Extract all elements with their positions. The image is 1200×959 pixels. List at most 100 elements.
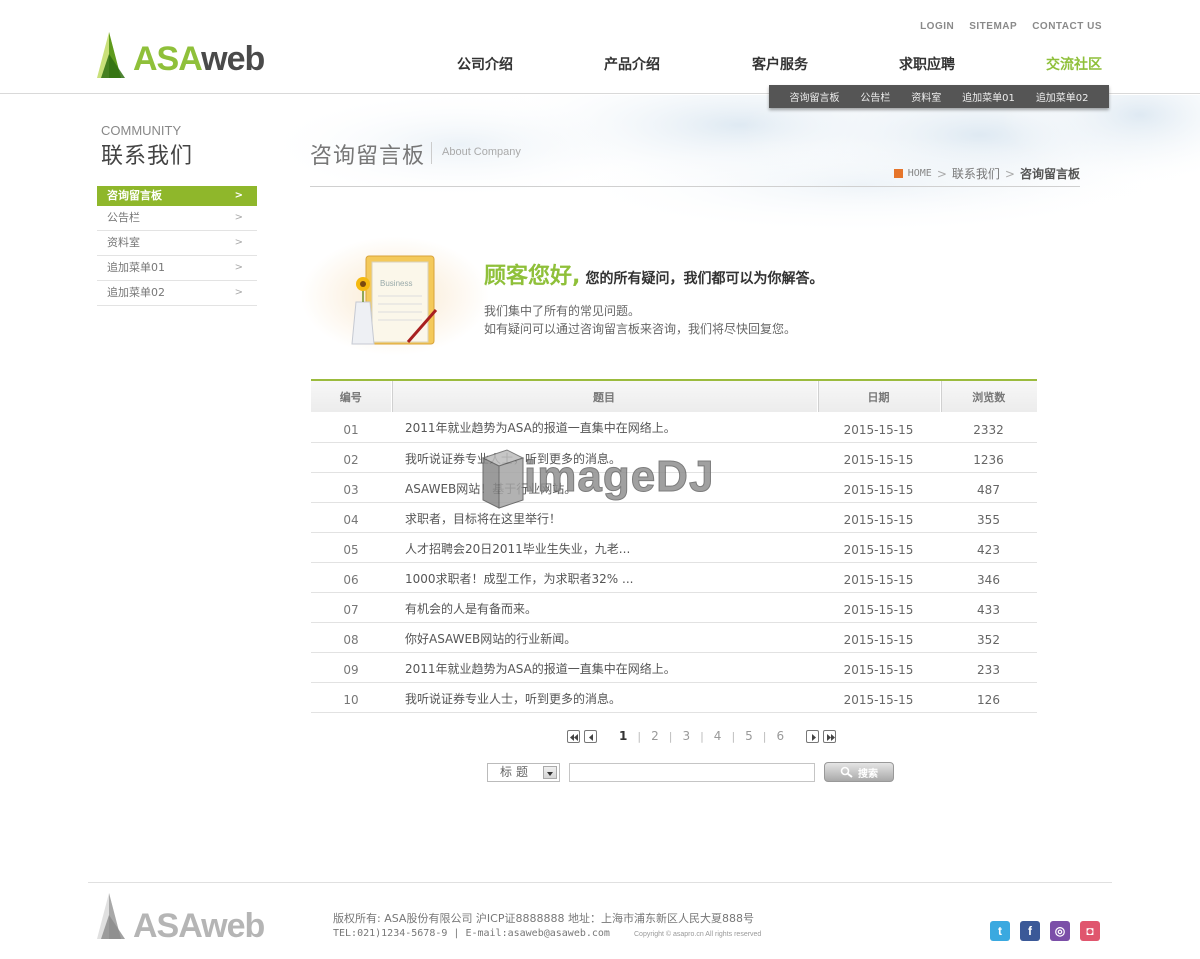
row-title-link[interactable]: 2011年就业趋势为ASA的报道一直集中在网络上。 bbox=[391, 652, 817, 683]
sidebar-item-label: 公告栏 bbox=[107, 211, 140, 224]
intro-line-2: 如有疑问可以通过咨询留言板来咨询，我们将尽快回复您。 bbox=[484, 322, 797, 336]
chevron-right-icon: > bbox=[234, 262, 243, 273]
table-row[interactable]: 01 2011年就业趋势为ASA的报道一直集中在网络上。 2015-15-15 … bbox=[311, 412, 1037, 443]
row-views: 423 bbox=[940, 532, 1037, 563]
row-no: 09 bbox=[311, 652, 391, 683]
nav-service[interactable]: 客户服务 bbox=[752, 54, 808, 74]
prev-page-button[interactable] bbox=[584, 729, 597, 743]
page-1[interactable]: 1 bbox=[609, 729, 637, 743]
subnav-item-board[interactable]: 咨询留言板 bbox=[789, 89, 839, 104]
subnav-item-extra02[interactable]: 追加菜单02 bbox=[1036, 89, 1089, 104]
table-row[interactable]: 08 你好ASAWEB网站的行业新闻。 2015-15-15 352 bbox=[311, 622, 1037, 653]
site-logo[interactable]: ASAweb bbox=[97, 30, 267, 78]
row-date: 2015-15-15 bbox=[817, 532, 940, 563]
table-row[interactable]: 10 我听说证券专业人士，听到更多的消息。 2015-15-15 126 bbox=[311, 682, 1037, 713]
row-date: 2015-15-15 bbox=[817, 682, 940, 713]
intro-heading: 顾客您好, 您的所有疑问，我们都可以为你解答。 bbox=[484, 258, 823, 290]
table-row[interactable]: 04 求职者，目标将在这里举行！ 2015-15-15 355 bbox=[311, 502, 1037, 533]
twitter-icon[interactable]: t bbox=[990, 921, 1010, 941]
row-no: 10 bbox=[311, 682, 391, 713]
row-title-link[interactable]: 求职者，目标将在这里举行！ bbox=[391, 502, 817, 533]
row-no: 02 bbox=[311, 442, 391, 473]
row-date: 2015-15-15 bbox=[817, 652, 940, 683]
footer-address: 版权所有: ASA股份有限公司 沪ICP证8888888 地址：上海市浦东新区人… bbox=[333, 912, 754, 925]
row-no: 07 bbox=[311, 592, 391, 623]
page-4[interactable]: 4 bbox=[704, 729, 732, 743]
nav-jobs[interactable]: 求职应聘 bbox=[899, 54, 955, 74]
facebook-icon[interactable]: f bbox=[1020, 921, 1040, 941]
page-6[interactable]: 6 bbox=[767, 729, 795, 743]
sidebar-item-notice[interactable]: 公告栏 > bbox=[97, 206, 257, 231]
row-views: 433 bbox=[940, 592, 1037, 623]
sidebar-item-label: 资料室 bbox=[107, 236, 140, 249]
row-title-link[interactable]: 我听说证券专业人士，听到更多的消息。 bbox=[391, 682, 817, 713]
chevron-right-icon: > bbox=[234, 237, 243, 248]
chevron-down-icon bbox=[543, 766, 557, 779]
chevron-right-icon: > bbox=[234, 190, 243, 201]
sidebar-item-board[interactable]: 咨询留言板 > bbox=[97, 186, 257, 206]
intro-heading-green: 顾客您好, bbox=[484, 264, 581, 289]
podcast-icon[interactable]: ◎ bbox=[1050, 921, 1070, 941]
contact-us-link[interactable]: CONTACT US bbox=[1032, 21, 1102, 32]
search-select-value: 标题 bbox=[500, 765, 533, 779]
row-views: 126 bbox=[940, 682, 1037, 713]
double-right-icon bbox=[827, 733, 836, 741]
next-page-button[interactable] bbox=[806, 729, 820, 743]
login-link[interactable]: LOGIN bbox=[920, 21, 954, 32]
logo-triangle-icon bbox=[97, 32, 125, 78]
search-input[interactable] bbox=[569, 763, 815, 782]
row-title-link[interactable]: 人才招聘会20日2011毕业生失业，九老... bbox=[391, 532, 817, 563]
sidebar-item-extra01[interactable]: 追加菜单01 > bbox=[97, 256, 257, 281]
chevron-right-icon: > bbox=[234, 212, 243, 223]
breadcrumb-home[interactable]: HOME bbox=[908, 168, 932, 179]
instagram-icon[interactable]: ◘ bbox=[1080, 921, 1100, 941]
page-5[interactable]: 5 bbox=[735, 729, 763, 743]
sidebar-item-archive[interactable]: 资料室 > bbox=[97, 231, 257, 256]
row-no: 06 bbox=[311, 562, 391, 593]
row-title-link[interactable]: 2011年就业趋势为ASA的报道一直集中在网络上。 bbox=[391, 412, 817, 443]
double-left-icon bbox=[570, 733, 578, 741]
sidebar-item-label: 追加菜单02 bbox=[107, 286, 165, 299]
row-date: 2015-15-15 bbox=[817, 622, 940, 653]
social-links: t f ◎ ◘ bbox=[990, 921, 1100, 941]
table-row[interactable]: 03 ASAWEB网站！基于行业网站。 2015-15-15 487 bbox=[311, 472, 1037, 503]
row-no: 08 bbox=[311, 622, 391, 653]
subnav-item-notice[interactable]: 公告栏 bbox=[860, 89, 890, 104]
sidebar-title: 联系我们 bbox=[101, 144, 194, 169]
sidebar-eng-title: COMMUNITY bbox=[101, 123, 182, 138]
row-title-link[interactable]: ASAWEB网站！基于行业网站。 bbox=[391, 472, 817, 503]
table-row[interactable]: 07 有机会的人是有备而来。 2015-15-15 433 bbox=[311, 592, 1037, 623]
search-field-select[interactable]: 标题 bbox=[487, 763, 560, 782]
first-page-button[interactable] bbox=[567, 729, 580, 743]
last-page-button[interactable] bbox=[823, 729, 837, 743]
subnav-item-archive[interactable]: 资料室 bbox=[911, 89, 941, 104]
sidebar-item-extra02[interactable]: 追加菜单02 > bbox=[97, 281, 257, 306]
search-button[interactable]: 搜索 bbox=[824, 762, 894, 782]
row-title-link[interactable]: 1000求职者！成型工作，为求职者32% ... bbox=[391, 562, 817, 593]
logo-web: web bbox=[201, 40, 265, 78]
breadcrumb-level1[interactable]: 联系我们 bbox=[952, 165, 1000, 182]
sidebar-menu: 咨询留言板 > 公告栏 > 资料室 > 追加菜单01 > 追加菜单02 > bbox=[97, 186, 257, 306]
row-title-link[interactable]: 我听说证券专业人士，听到更多的消息。 bbox=[391, 442, 817, 473]
row-title-link[interactable]: 有机会的人是有备而来。 bbox=[391, 592, 817, 623]
sitemap-link[interactable]: SITEMAP bbox=[969, 21, 1017, 32]
row-views: 487 bbox=[940, 472, 1037, 503]
nav-company[interactable]: 公司介绍 bbox=[457, 54, 513, 74]
sidebar-item-label: 咨询留言板 bbox=[107, 189, 162, 202]
nav-community[interactable]: 交流社区 bbox=[1046, 54, 1102, 74]
table-row[interactable]: 02 我听说证券专业人士，听到更多的消息。 2015-15-15 1236 bbox=[311, 442, 1037, 473]
table-row[interactable]: 06 1000求职者！成型工作，为求职者32% ... 2015-15-15 3… bbox=[311, 562, 1037, 593]
col-header-date: 日期 bbox=[816, 379, 940, 412]
subnav-item-extra01[interactable]: 追加菜单01 bbox=[962, 89, 1015, 104]
row-title-link[interactable]: 你好ASAWEB网站的行业新闻。 bbox=[391, 622, 817, 653]
col-header-title: 题目 bbox=[390, 379, 817, 412]
table-row[interactable]: 09 2011年就业趋势为ASA的报道一直集中在网络上。 2015-15-15 … bbox=[311, 652, 1037, 683]
col-header-no: 编号 bbox=[311, 379, 391, 412]
table-row[interactable]: 05 人才招聘会20日2011毕业生失业，九老... 2015-15-15 42… bbox=[311, 532, 1037, 563]
row-date: 2015-15-15 bbox=[817, 502, 940, 533]
page-2[interactable]: 2 bbox=[641, 729, 669, 743]
footer-logo-text: ASAweb bbox=[133, 907, 265, 945]
nav-products[interactable]: 产品介绍 bbox=[604, 54, 660, 74]
site-header: ASAweb LOGIN SITEMAP CONTACT US 公司介绍 产品介… bbox=[0, 0, 1200, 94]
page-3[interactable]: 3 bbox=[672, 729, 700, 743]
